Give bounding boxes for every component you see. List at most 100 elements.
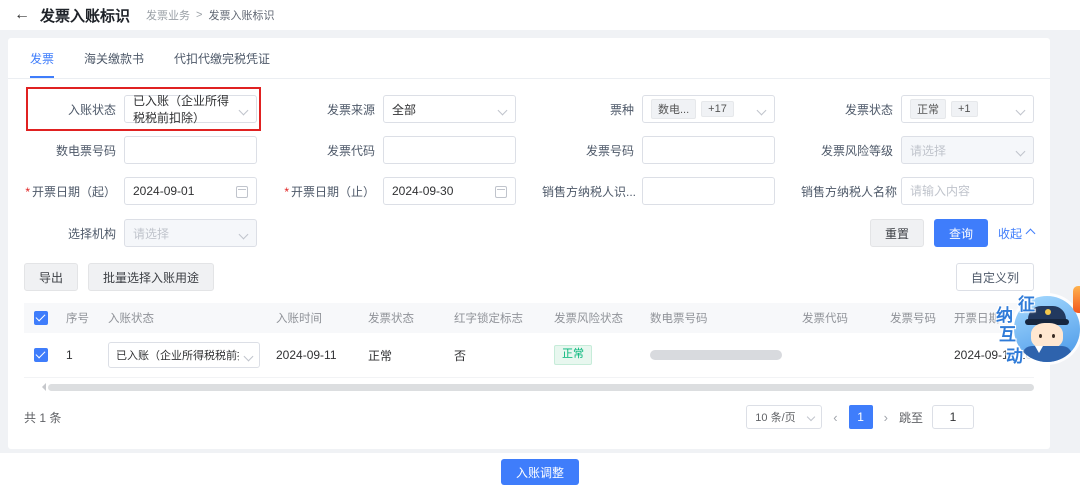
issue-date-end-label: * 开票日期（止） [284, 184, 375, 199]
col-entry-time: 入账时间 [268, 303, 360, 333]
tab-customs-payment[interactable]: 海关缴款书 [84, 50, 144, 78]
filter-form: 入账状态 已入账（企业所得税税前扣除） 发票来源 全部 票种 数电... +17… [24, 87, 1034, 205]
col-entry-status: 入账状态 [100, 303, 268, 333]
invoice-status-label: 发票状态 [844, 102, 893, 117]
main-card: 发票 海关缴款书 代扣代缴完税凭证 入账状态 已入账（企业所得税税前扣除） 发票… [8, 38, 1050, 449]
jump-label: 跳至 [898, 410, 923, 425]
ticket-type-tag: 数电... [651, 99, 697, 119]
ticket-type-label: 票种 [609, 102, 634, 117]
breadcrumb-parent[interactable]: 发票业务 [146, 7, 190, 23]
invoice-no-field [642, 136, 775, 164]
invoice-status-multiselect[interactable]: 正常 +1 [901, 95, 1034, 123]
digital-invoice-no-label: 数电票号码 [55, 143, 116, 158]
filter-ticket-type: 票种 数电... +17 [542, 95, 775, 123]
custom-columns-button[interactable]: 自定义列 [955, 263, 1034, 291]
jump-page-input[interactable] [932, 405, 974, 429]
breadcrumb: 发票业务 > 发票入账标识 [146, 7, 274, 23]
seller-tax-id-field [642, 177, 775, 205]
entry-adjust-button[interactable]: 入账调整 [500, 459, 579, 485]
filter-actions: 重置 查询 收起 [869, 219, 1036, 247]
row-entry-status-select[interactable]: 已入账（企业所得税税前扣除） [108, 342, 260, 368]
current-page-button[interactable]: 1 [848, 405, 873, 429]
redacted-digital-invoice-no [650, 350, 782, 360]
cell-invoice-status: 正常 [360, 333, 446, 378]
invoice-code-field [383, 136, 516, 164]
batch-select-usage-button[interactable]: 批量选择入账用途 [88, 263, 215, 291]
mascot-text-char: 动 [1006, 347, 1023, 366]
chevron-up-icon [1025, 228, 1036, 238]
cell-invoice-code [794, 333, 882, 378]
seller-name-label: 销售方纳税人名称 [801, 184, 898, 199]
chevron-down-icon [756, 105, 767, 116]
col-invoice-status: 发票状态 [360, 303, 446, 333]
mascot-assistant[interactable]: 征 纳 互 动 [952, 288, 1080, 376]
side-widget-tab[interactable] [1073, 286, 1080, 313]
pagination: 10 条/页 ‹ 1 › 跳至 [746, 405, 974, 429]
issue-date-end-input[interactable] [392, 184, 493, 198]
ticket-type-more-tag: +17 [701, 101, 734, 117]
mascot-hat-badge [1045, 309, 1051, 315]
entry-status-label: 入账状态 [67, 102, 116, 117]
chevron-down-icon [1015, 146, 1026, 157]
chevron-down-icon [807, 412, 816, 422]
invoice-code-input[interactable] [392, 143, 493, 157]
cell-red-lock-flag: 否 [446, 333, 546, 378]
filter-invoice-status: 发票状态 正常 +1 [801, 95, 1034, 123]
mascot-eye [1039, 334, 1042, 338]
issue-date-start-picker[interactable] [124, 177, 257, 205]
filter-invoice-source: 发票来源 全部 [283, 95, 516, 123]
invoice-source-select[interactable]: 全部 [383, 95, 516, 123]
table-row: 1 已入账（企业所得税税前扣除） 2024-09-11 正常 否 正常 2024 [24, 333, 1034, 378]
chevron-down-icon [238, 229, 249, 240]
query-button[interactable]: 查询 [933, 219, 988, 247]
reset-button[interactable]: 重置 [869, 219, 924, 247]
risk-status-badge: 正常 [554, 345, 592, 365]
issue-date-start-input[interactable] [133, 184, 234, 198]
breadcrumb-current: 发票入账标识 [208, 10, 275, 22]
page-size-select[interactable]: 10 条/页 [746, 405, 823, 429]
chevron-down-icon [243, 351, 254, 362]
mascot-uniform [1022, 346, 1072, 362]
cell-entry-time: 2024-09-11 [268, 333, 360, 378]
col-seq: 序号 [58, 303, 100, 333]
seller-name-input[interactable] [910, 184, 1011, 198]
required-mark: * [284, 184, 289, 199]
tab-invoice[interactable]: 发票 [30, 50, 55, 78]
chevron-down-icon [1015, 105, 1026, 116]
ticket-type-multiselect[interactable]: 数电... +17 [642, 95, 775, 123]
calendar-icon [495, 186, 507, 198]
filter-risk-level: 发票风险等级 请选择 [801, 136, 1034, 164]
calendar-icon [236, 186, 248, 198]
row-checkbox[interactable] [34, 348, 48, 363]
invoice-status-tag: 正常 [910, 99, 946, 119]
digital-invoice-no-input[interactable] [133, 143, 234, 157]
prev-page-button[interactable]: ‹ [831, 410, 839, 425]
invoice-table: 序号 入账状态 入账时间 发票状态 红字锁定标志 发票风险状态 数电票号码 发票… [24, 303, 1034, 378]
filter-seller-tax-id: 销售方纳税人识... [542, 177, 775, 205]
tab-withholding-certificate[interactable]: 代扣代缴完税凭证 [174, 50, 270, 78]
export-button[interactable]: 导出 [24, 263, 79, 291]
back-icon[interactable]: ← [14, 7, 30, 23]
seller-tax-id-input[interactable] [651, 184, 752, 198]
seller-tax-id-label: 销售方纳税人识... [542, 184, 637, 199]
filter-invoice-code: 发票代码 [283, 136, 516, 164]
entry-status-select[interactable]: 已入账（企业所得税税前扣除） [124, 94, 257, 125]
filter-invoice-no: 发票号码 [542, 136, 775, 164]
mascot-eye [1052, 334, 1055, 338]
scrollbar-thumb[interactable] [48, 383, 1034, 391]
risk-level-select[interactable]: 请选择 [901, 136, 1034, 164]
breadcrumb-separator: > [196, 9, 203, 21]
invoice-no-input[interactable] [651, 143, 752, 157]
next-page-button[interactable]: › [882, 410, 890, 425]
collapse-link[interactable]: 收起 [998, 225, 1036, 242]
cell-invoice-no [882, 333, 946, 378]
org-label: 选择机构 [67, 226, 116, 241]
filter-issue-date-end: * 开票日期（止） [283, 177, 516, 205]
filter-issue-date-start: * 开票日期（起） [24, 177, 257, 205]
filter-entry-status: 入账状态 已入账（企业所得税税前扣除） [24, 87, 261, 131]
mascot-text-char: 征 [1018, 295, 1035, 314]
scroll-left-icon[interactable] [38, 383, 46, 391]
org-select[interactable]: 请选择 [124, 219, 257, 247]
select-all-checkbox[interactable] [34, 311, 48, 325]
issue-date-end-picker[interactable] [383, 177, 516, 205]
